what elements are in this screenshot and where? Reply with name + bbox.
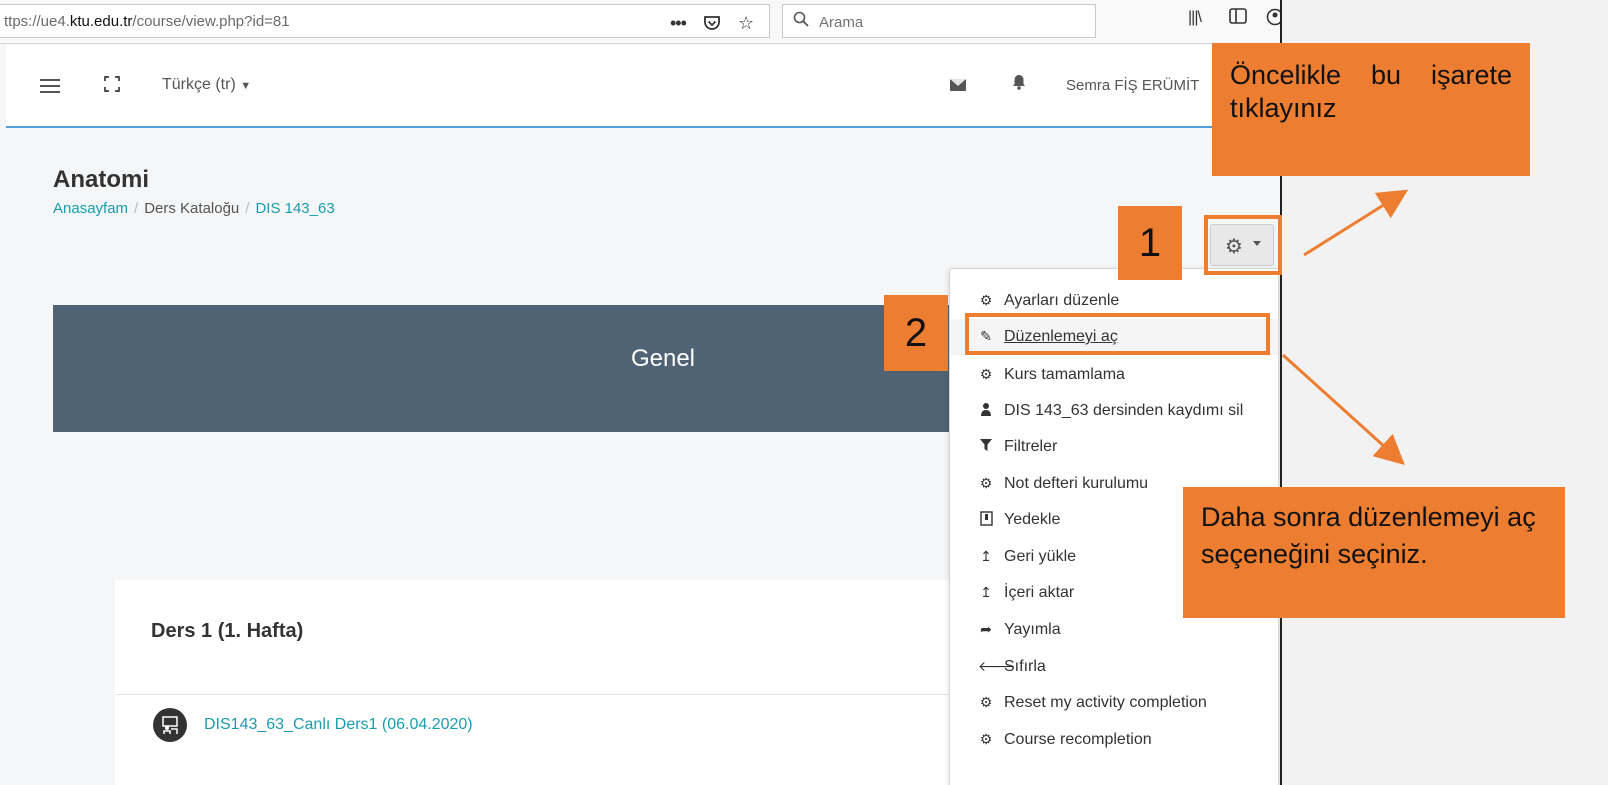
step-2-label: 2: [884, 295, 948, 371]
filter-icon: [978, 438, 994, 454]
user-menu[interactable]: Semra FİŞ ERÜMİT: [1066, 77, 1199, 94]
menu-item-label: Filtreler: [1004, 438, 1058, 455]
pocket-icon[interactable]: [702, 13, 722, 37]
arrow-to-top-callout: [1303, 189, 1409, 257]
language-label: Türkçe (tr): [162, 76, 236, 93]
highlight-ring-gear: [1204, 215, 1282, 275]
search-box[interactable]: Arama: [782, 4, 1096, 38]
sidebar-icon[interactable]: [1229, 8, 1247, 28]
arrow-to-bottom-callout: [1281, 353, 1405, 466]
menu-item-unenrol[interactable]: DIS 143_63 dersinden kaydımı sil: [950, 393, 1278, 429]
breadcrumb: Anasayfam / Ders Kataloğu / DIS 143_63: [53, 200, 335, 217]
menu-item-label: Reset my activity completion: [1004, 694, 1207, 711]
instruction-callout-top: Öncelikle bu işarete tıklayınız: [1212, 43, 1530, 176]
step-1-label: 1: [1118, 206, 1182, 280]
menu-item-label: İçeri aktar: [1004, 584, 1075, 601]
activity-link[interactable]: DIS143_63_Canlı Ders1 (06.04.2020): [204, 716, 473, 734]
menu-item-label: Geri yükle: [1004, 548, 1077, 565]
moodle-navbar: Türkçe (tr) ▼ Semra FİŞ ERÜMİT: [6, 45, 1280, 128]
presentation-icon: [153, 708, 187, 742]
upload-icon: ↥: [980, 584, 992, 600]
language-menu[interactable]: Türkçe (tr) ▼: [162, 76, 251, 94]
more-icon[interactable]: •••: [670, 13, 687, 33]
menu-item-label: Ayarları düzenle: [1004, 292, 1120, 309]
menu-item-course-recompletion[interactable]: ⚙ Course recompletion: [950, 722, 1278, 758]
mail-icon[interactable]: [950, 79, 966, 91]
address-bar[interactable]: ttps://ue4.ktu.edu.tr/course/view.php?id…: [0, 4, 770, 38]
gear-icon: ⚙: [979, 475, 993, 491]
breadcrumb-catalog[interactable]: Ders Kataloğu: [144, 200, 239, 217]
browser-window: ttps://ue4.ktu.edu.tr/course/view.php?id…: [0, 0, 1282, 785]
url-text: ttps://ue4.ktu.edu.tr/course/view.php?id…: [4, 13, 290, 30]
library-icon[interactable]: |||\: [1188, 8, 1202, 28]
menu-item-label: DIS 143_63 dersinden kaydımı sil: [1004, 402, 1244, 419]
highlight-ring-edit: [965, 313, 1270, 355]
search-icon: [793, 11, 809, 32]
menu-item-reset-activity-completion[interactable]: ⚙ Reset my activity completion: [950, 685, 1278, 721]
gear-icon: ⚙: [979, 694, 993, 710]
arrow-left-icon: 🡐: [978, 658, 1016, 674]
menu-item-label: Yayımla: [1004, 621, 1061, 638]
section-title: Ders 1 (1. Hafta): [151, 620, 304, 642]
menu-item-label: Not defteri kurulumu: [1004, 475, 1149, 492]
gear-icon: ⚙: [979, 366, 993, 382]
archive-icon: [978, 511, 994, 529]
search-placeholder: Arama: [819, 14, 864, 31]
menu-item-label: Course recompletion: [1004, 731, 1152, 748]
breadcrumb-home[interactable]: Anasayfam: [53, 200, 128, 217]
screenshot-stage: ttps://ue4.ktu.edu.tr/course/view.php?id…: [0, 0, 1608, 785]
user-icon: [978, 402, 994, 419]
bookmark-star-icon[interactable]: ☆: [738, 13, 754, 33]
menu-item-label: Kurs tamamlama: [1004, 366, 1125, 383]
gear-icon: ⚙: [979, 292, 993, 308]
hamburger-menu-icon[interactable]: [40, 79, 60, 93]
bell-icon[interactable]: [1012, 74, 1026, 95]
menu-item-course-completion[interactable]: ⚙ Kurs tamamlama: [950, 357, 1278, 393]
menu-item-reset[interactable]: 🡐 Sıfırla: [950, 649, 1278, 685]
share-icon: ➦: [980, 621, 992, 637]
page-title: Anatomi: [53, 166, 149, 193]
menu-item-label: Sıfırla: [1004, 658, 1046, 675]
instruction-callout-bottom: Daha sonra düzenlemeyi aç seçeneğini seç…: [1183, 487, 1565, 618]
fullscreen-icon[interactable]: [104, 76, 120, 92]
browser-toolbar: ttps://ue4.ktu.edu.tr/course/view.php?id…: [0, 0, 1280, 44]
menu-item-filters[interactable]: Filtreler: [950, 429, 1278, 465]
account-icon[interactable]: [1266, 8, 1280, 30]
menu-item-label: Yedekle: [1004, 511, 1061, 528]
gear-icon: ⚙: [979, 731, 993, 747]
breadcrumb-course[interactable]: DIS 143_63: [255, 200, 334, 217]
upload-icon: ↥: [980, 548, 992, 564]
